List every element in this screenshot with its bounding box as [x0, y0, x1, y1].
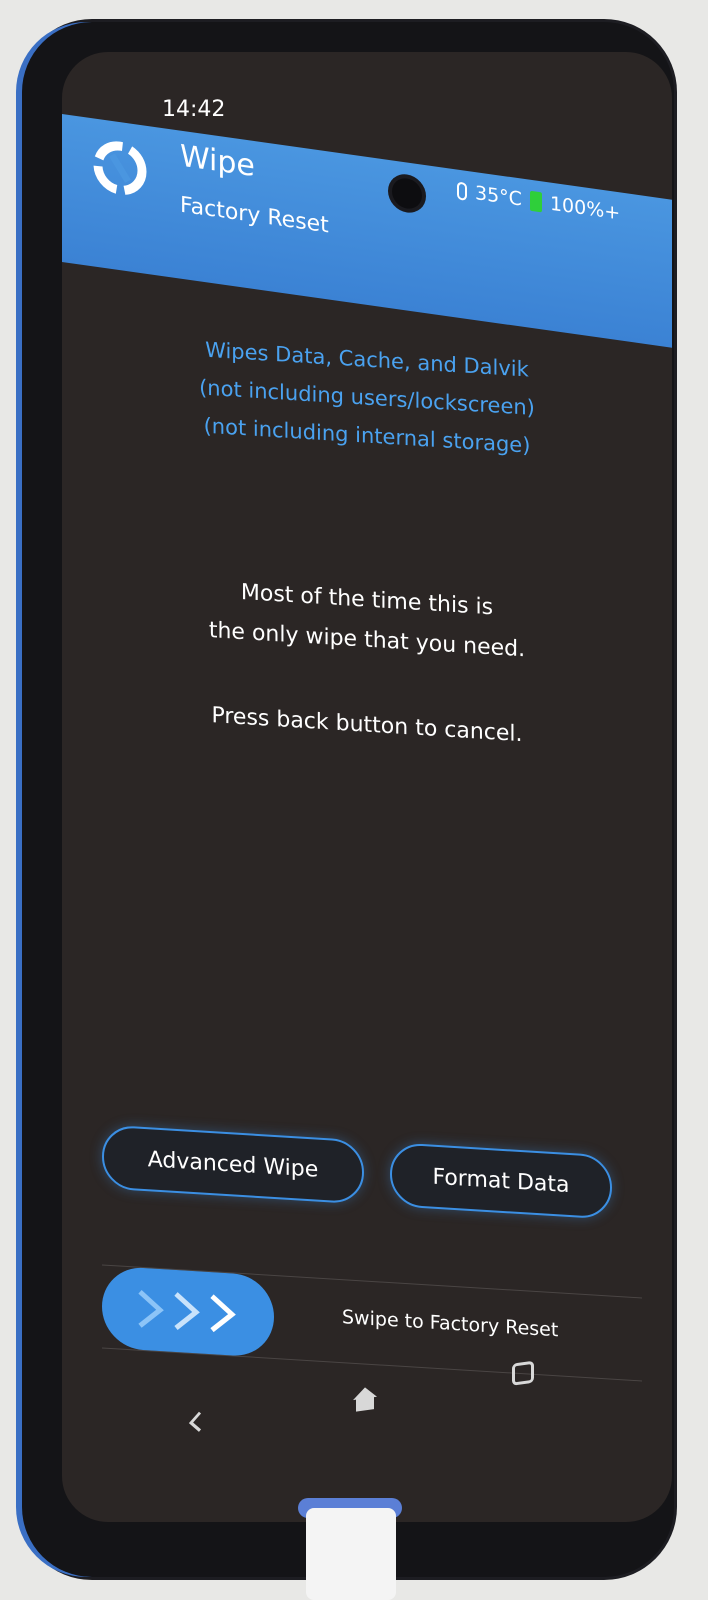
page-title: Wipe: [180, 138, 255, 185]
back-chevron-icon[interactable]: [182, 1406, 210, 1438]
usb-cable: [306, 1508, 396, 1600]
wipe-info-blue: Wipes Data, Cache, and Dalvik (not inclu…: [62, 322, 672, 473]
recents-square-icon[interactable]: [512, 1360, 534, 1386]
status-time: 14:42: [162, 97, 226, 122]
page-subtitle: Factory Reset: [180, 192, 329, 239]
phone-frame: 14:42 Wipe Factory Reset 35°C 100%+ Wipe…: [22, 22, 674, 1577]
status-temperature: 35°C: [475, 182, 522, 211]
triple-chevron-right-icon: [138, 1289, 236, 1333]
thermometer-icon: [457, 181, 467, 201]
battery-icon: [529, 190, 542, 213]
front-camera: [392, 176, 422, 211]
status-indicators: 35°C 100%+: [457, 180, 621, 225]
home-icon[interactable]: [350, 1382, 380, 1414]
format-data-button[interactable]: Format Data: [390, 1142, 612, 1220]
status-battery: 100%+: [549, 192, 621, 225]
swipe-handle[interactable]: [102, 1265, 274, 1358]
cancel-hint: Press back button to cancel.: [211, 703, 523, 748]
wipe-info-white: Most of the time this is the only wipe t…: [62, 562, 672, 679]
twrp-logo-icon: [93, 141, 147, 195]
advanced-wipe-button[interactable]: Advanced Wipe: [102, 1124, 364, 1205]
screen: 14:42 Wipe Factory Reset 35°C 100%+ Wipe…: [62, 52, 672, 1522]
